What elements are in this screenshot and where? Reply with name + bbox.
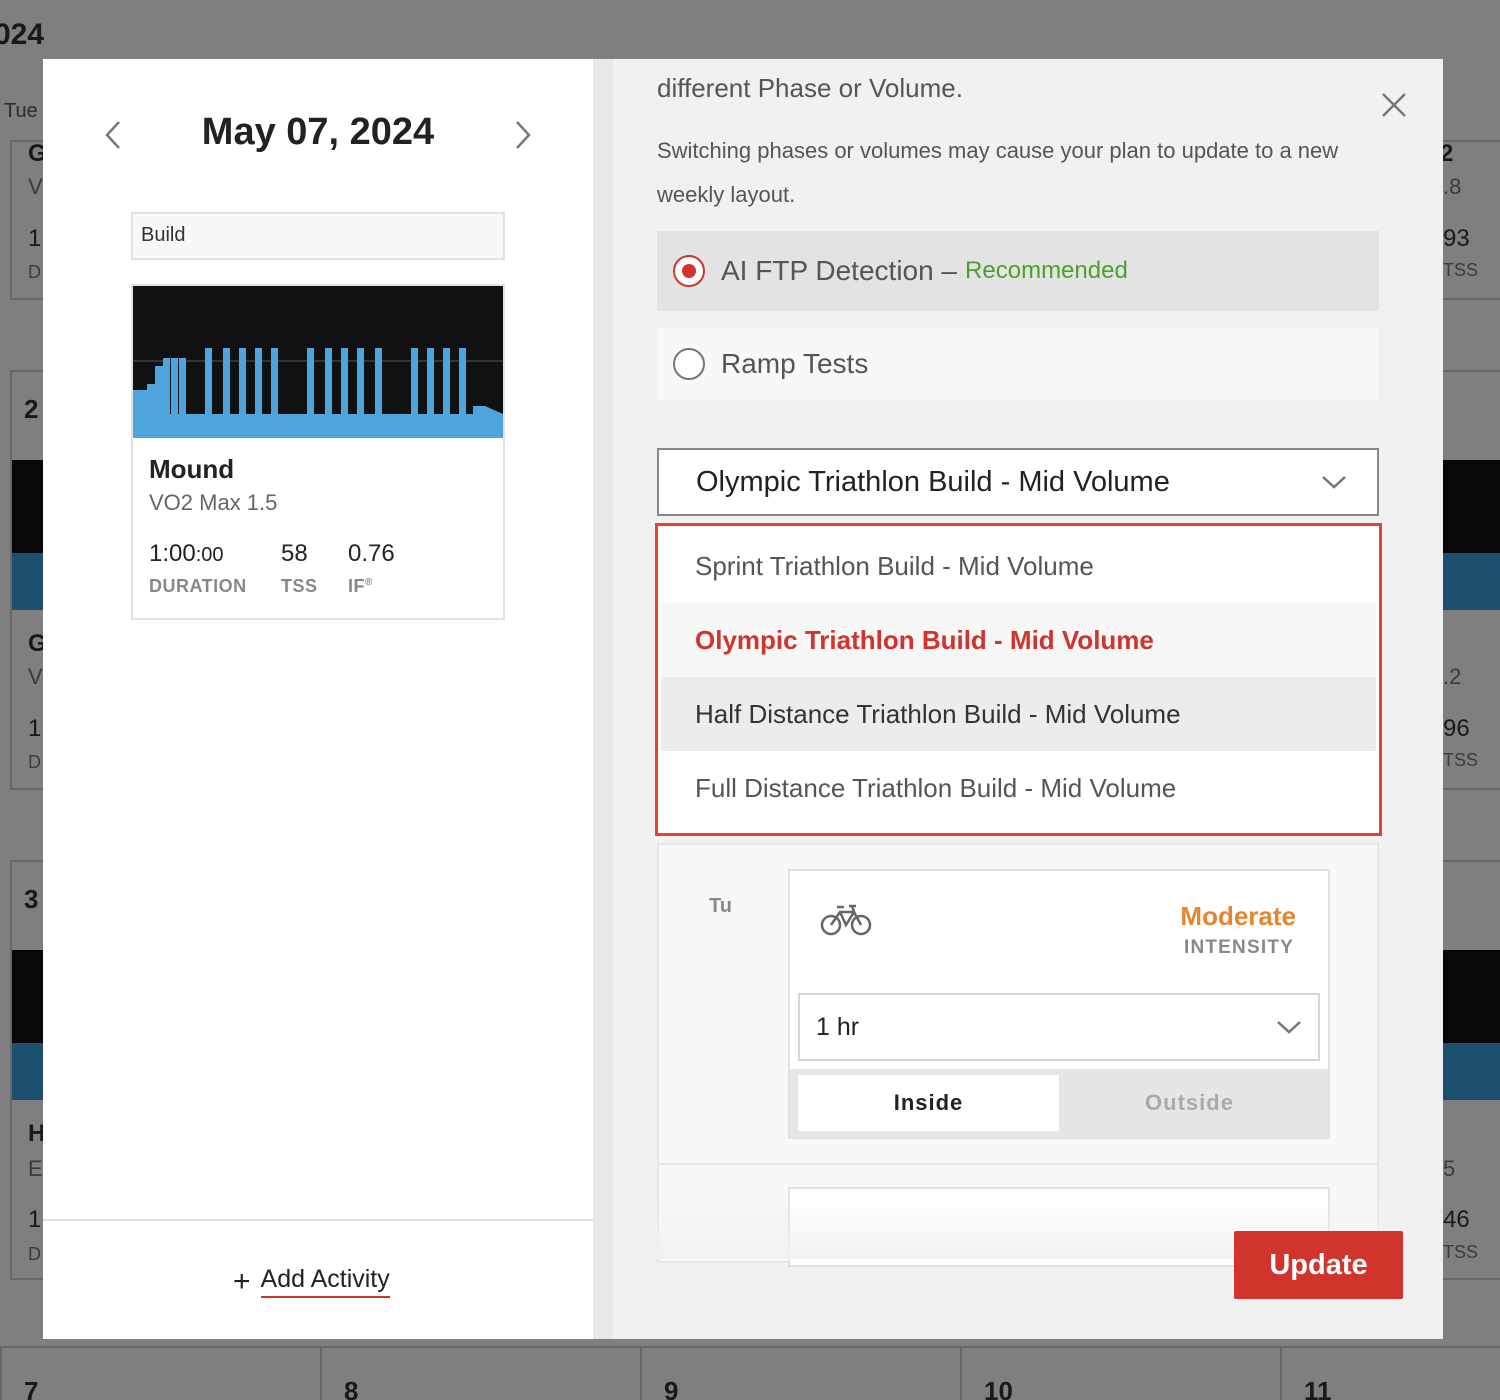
plan-dropdown-menu: Sprint Triathlon Build - Mid Volume Olym… [655,523,1382,836]
workout-interval-bar [375,348,382,414]
chevron-down-icon [1322,476,1346,489]
ftp-option-ramp-tests[interactable]: Ramp Tests [657,328,1379,400]
next-day-button[interactable] [505,117,541,153]
workout-name: Mound [149,454,235,484]
plan-option-full-distance[interactable]: Full Distance Triathlon Build - Mid Volu… [661,751,1376,825]
workout-interval-bar [459,348,466,414]
workout-interval-bar [179,358,186,414]
plan-option-sprint[interactable]: Sprint Triathlon Build - Mid Volume [661,529,1376,603]
workout-interval-bar [255,348,262,414]
panel-divider [593,59,613,1339]
date-title: May 07, 2024 [201,111,435,153]
radio-unchecked-icon[interactable] [673,348,705,380]
duration-select-value: 1 hr [816,1012,860,1041]
add-activity-button[interactable]: + Add Activity [233,1265,390,1298]
chevron-down-icon [1277,1021,1301,1034]
phase-label: Build [131,212,505,260]
bike-icon [820,904,872,936]
if-value: 0.76 [348,540,395,567]
chevron-right-icon [516,121,531,149]
workout-interval-bar [163,358,170,414]
workout-interval-bar [293,394,305,414]
radio-checked-icon[interactable] [673,255,705,287]
recommended-badge: Recommended [965,257,1128,284]
day-detail-panel: May 07, 2024 Build Mound VO2 Max 1.5 1:0… [43,59,593,1339]
chevron-left-icon [105,121,120,149]
ftp-option-ai-detection[interactable]: AI FTP Detection – Recommended [657,231,1379,311]
day-label: Tu [709,895,732,917]
workout-interval-bar [427,348,434,414]
workout-interval-bar [325,348,332,414]
workout-interval-bar [443,348,450,414]
inside-outside-toggle: Inside Outside [790,1069,1328,1137]
plan-settings-panel[interactable]: different Phase or Volume. Switching pha… [613,59,1443,1339]
duration-label: DURATION [149,576,247,596]
workout-interval-bar [171,358,178,414]
ftp-option-label: Ramp Tests [721,348,869,379]
workout-interval-bar [193,394,205,414]
plan-option-olympic[interactable]: Olympic Triathlon Build - Mid Volume [661,603,1376,677]
workout-interval-bar [223,348,230,414]
workout-interval-bar [341,348,348,414]
workout-interval-bar [271,348,278,414]
workout-interval-bar [205,348,212,414]
plan-modal: May 07, 2024 Build Mound VO2 Max 1.5 1:0… [43,59,1443,1339]
tss-label: TSS [281,576,318,596]
plan-select[interactable]: Olympic Triathlon Build - Mid Volume [657,448,1379,516]
info-text-top: different Phase or Volume. [657,73,963,103]
workout-interval-bar [307,348,314,414]
day-divider [659,1163,1377,1165]
intensity-label: INTENSITY [1183,937,1294,958]
plan-option-half-distance[interactable]: Half Distance Triathlon Build - Mid Volu… [661,677,1376,751]
intensity-value: Moderate [1180,901,1296,931]
workout-subtitle: VO2 Max 1.5 [149,490,278,515]
duration-select[interactable]: 1 hr [798,993,1320,1061]
tss-value: 58 [281,540,308,567]
inside-toggle-button[interactable]: Inside [798,1075,1059,1131]
workout-interval-bar [239,348,246,414]
close-icon[interactable] [1378,89,1410,121]
left-footer: + Add Activity [43,1219,593,1339]
info-text-warning: Switching phases or volumes may cause yo… [657,138,1339,207]
update-button[interactable]: Update [1234,1231,1403,1299]
workout-interval-bar [395,394,407,414]
workout-interval-bar [411,348,418,414]
plus-icon: + [233,1264,251,1298]
plan-select-value: Olympic Triathlon Build - Mid Volume [696,465,1170,498]
duration-value: 1:00:00 [149,540,224,567]
workout-card[interactable]: Mound VO2 Max 1.5 1:00:00 DURATION 58 TS… [131,284,505,620]
if-label: IF® [348,576,373,596]
add-activity-label: Add Activity [260,1265,390,1298]
workout-profile-graph [133,286,503,438]
ftp-option-label: AI FTP Detection – [721,255,958,286]
outside-toggle-button[interactable]: Outside [1059,1075,1320,1131]
prev-day-button[interactable] [95,117,131,153]
day-workout-card: Moderate INTENSITY 1 hr Inside Outside [788,869,1330,1139]
workout-interval-bar [357,348,364,414]
